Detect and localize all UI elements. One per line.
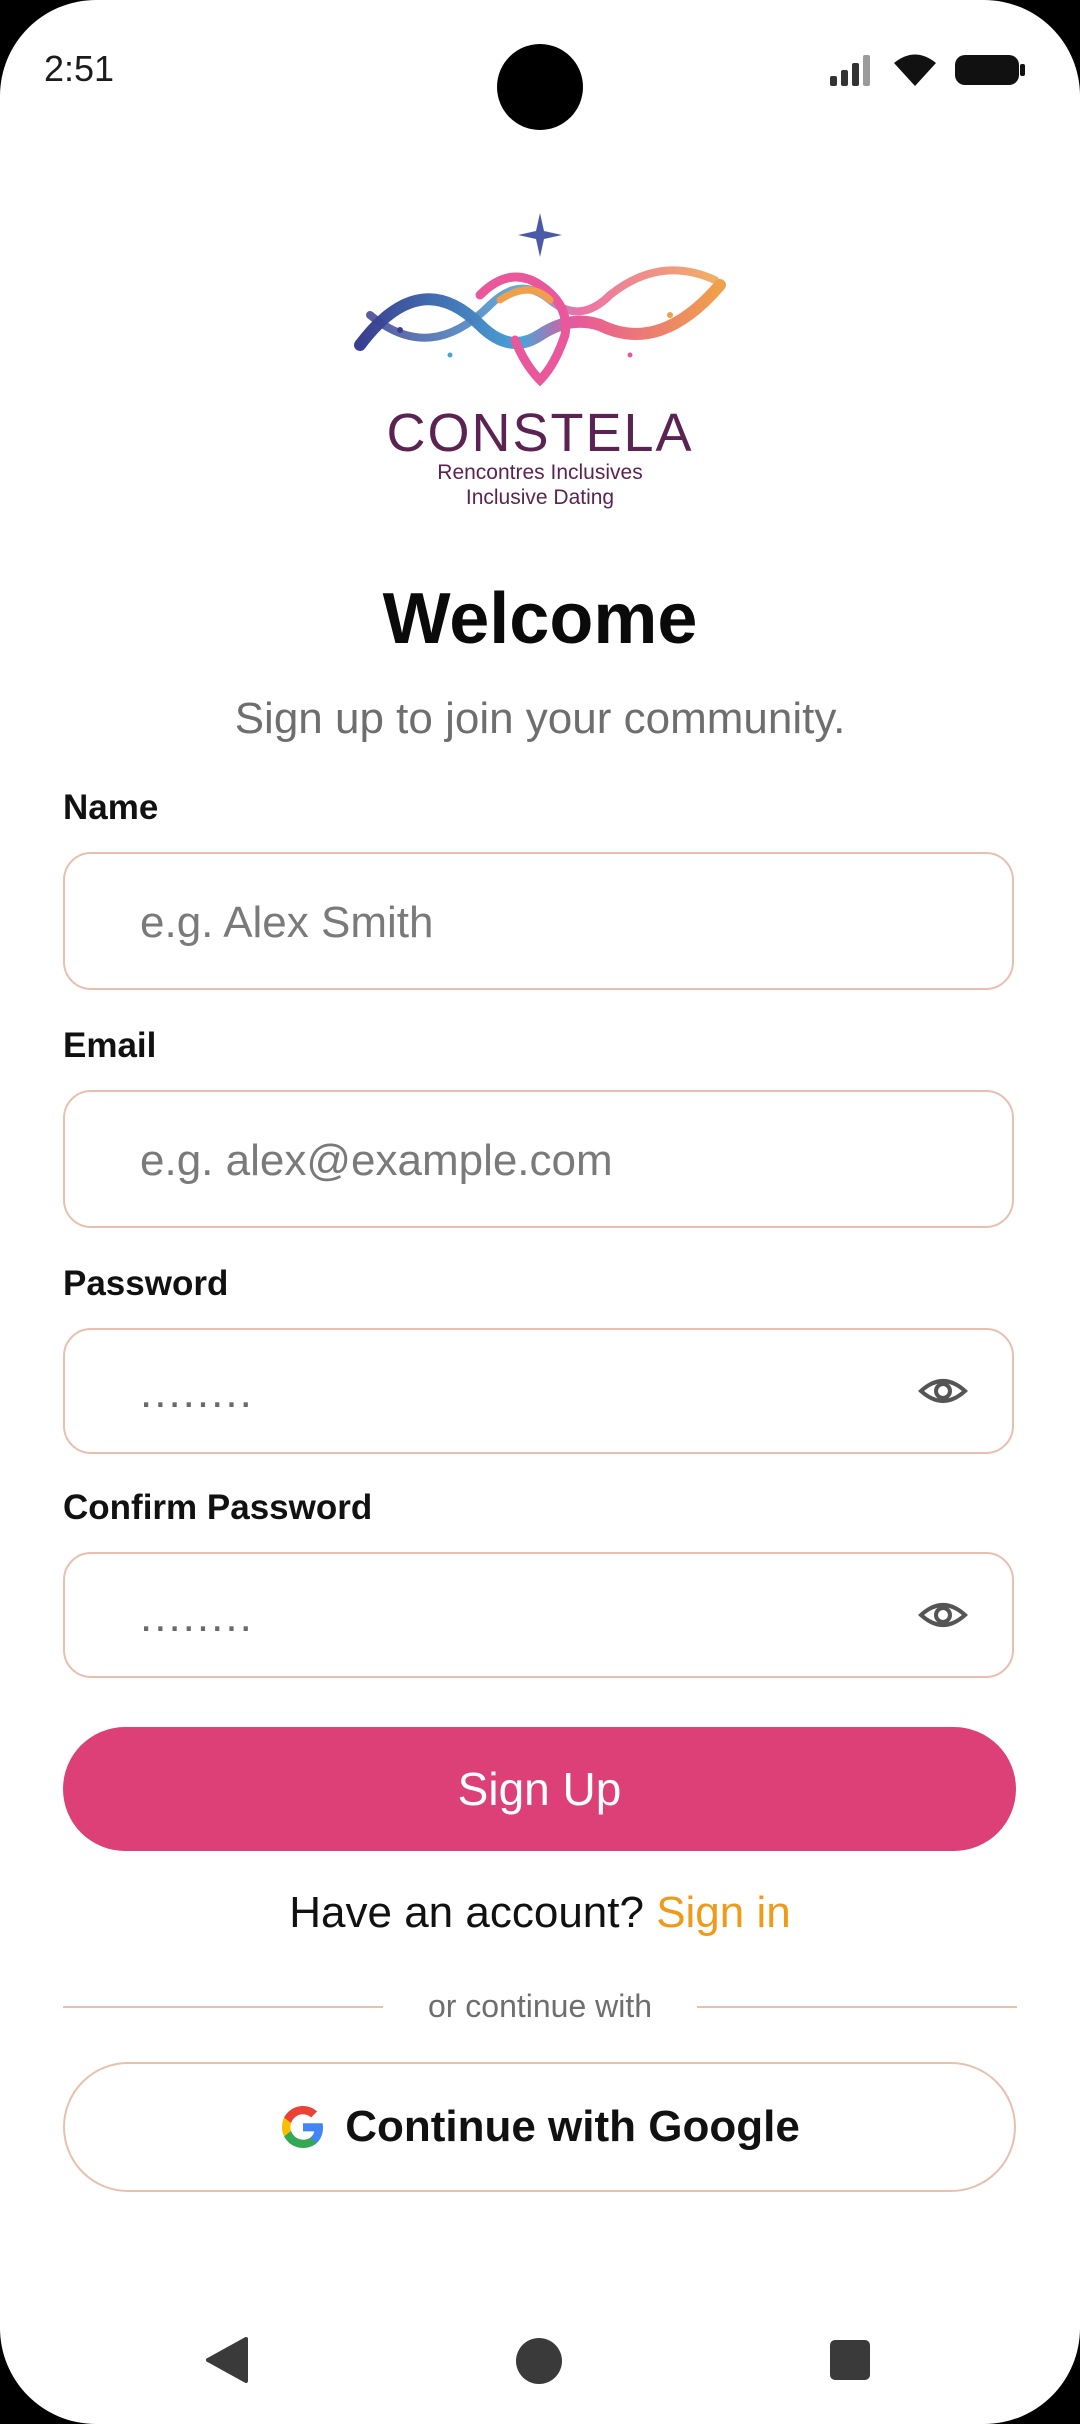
constela-logo: CONSTELA Rencontres Inclusives Inclusive…: [340, 205, 740, 525]
sign-in-prompt-text: Have an account?: [289, 1888, 644, 1937]
home-icon[interactable]: [516, 2338, 562, 2384]
logo-title: CONSTELA: [386, 403, 694, 463]
name-field[interactable]: e.g. Alex Smith: [63, 852, 1014, 990]
password-field[interactable]: ........: [63, 1328, 1014, 1454]
google-icon: [282, 2106, 324, 2148]
email-placeholder: e.g. alex@example.com: [140, 1136, 613, 1185]
battery-icon: [955, 55, 1025, 85]
status-icons: [828, 52, 1026, 88]
email-field[interactable]: e.g. alex@example.com: [63, 1090, 1014, 1228]
logo-subtitle-en: Inclusive Dating: [465, 486, 615, 509]
logo-subtitle-fr: Rencontres Inclusives: [437, 461, 643, 484]
back-icon[interactable]: [204, 2335, 250, 2385]
name-label: Name: [63, 788, 159, 827]
sign-up-button[interactable]: Sign Up: [63, 1727, 1016, 1851]
password-placeholder: ........: [140, 1368, 254, 1417]
logo-emblem: [354, 213, 726, 387]
password-label: Password: [63, 1264, 229, 1303]
sign-in-prompt: Have an account? Sign in: [0, 1888, 1080, 1938]
status-time: 2:51: [44, 48, 115, 89]
divider-line-right: [697, 2006, 1017, 2008]
page-subtitle: Sign up to join your community.: [234, 694, 846, 743]
email-label: Email: [63, 1026, 157, 1065]
confirm-password-label: Confirm Password: [63, 1488, 373, 1527]
page-title: Welcome: [382, 579, 698, 659]
signal-icon: [830, 55, 870, 86]
phone-screen: 2:51 CONSTELA Rencontres Inclusives Incl…: [0, 0, 1080, 2424]
continue-with-google-button[interactable]: Continue with Google: [63, 2062, 1016, 2192]
name-placeholder: e.g. Alex Smith: [140, 898, 434, 947]
google-button-label: Continue with Google: [345, 2102, 800, 2151]
confirm-password-placeholder: ........: [140, 1592, 254, 1641]
sign-in-link[interactable]: Sign in: [656, 1888, 791, 1937]
recents-icon[interactable]: [830, 2340, 870, 2380]
confirm-password-field[interactable]: ........: [63, 1552, 1014, 1678]
eye-icon[interactable]: [918, 1590, 968, 1640]
camera-cutout: [497, 44, 583, 130]
wifi-icon: [894, 54, 936, 86]
eye-icon[interactable]: [918, 1366, 968, 1416]
